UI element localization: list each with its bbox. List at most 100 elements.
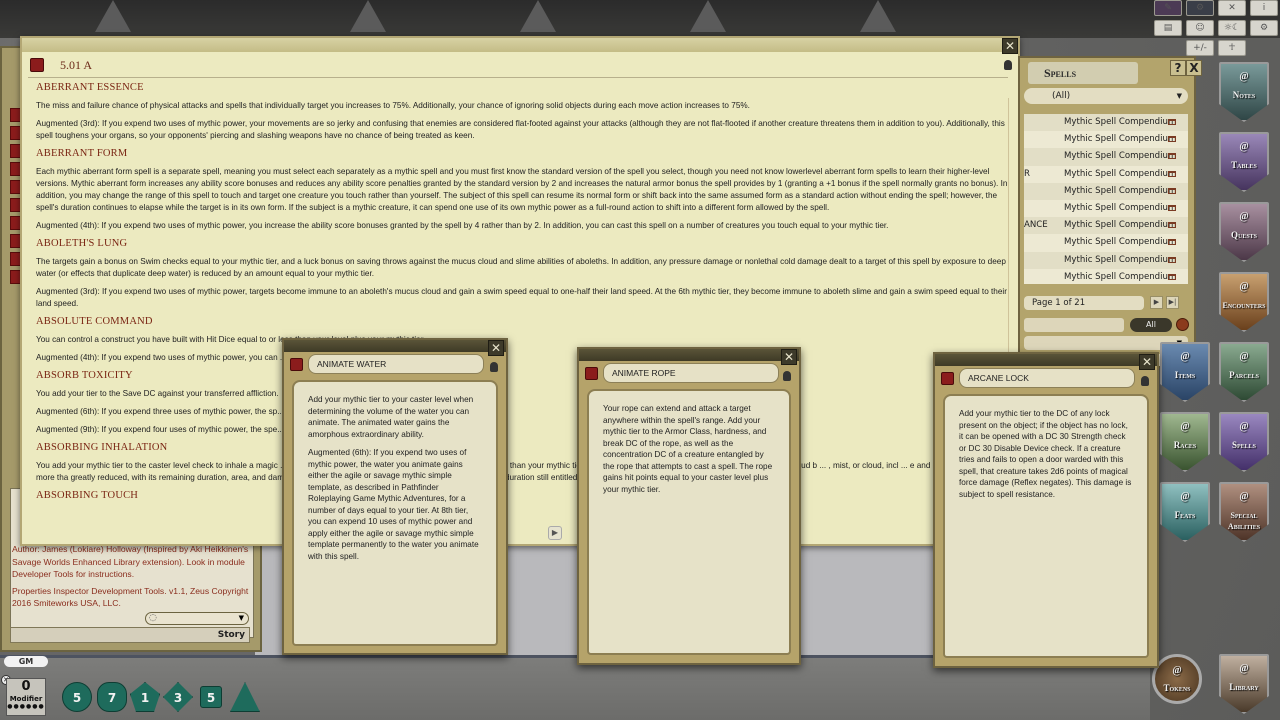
- source-label: Mythic Spell Compendium: [1064, 202, 1177, 213]
- story-button[interactable]: Story: [10, 627, 250, 643]
- book-icon[interactable]: [1168, 119, 1176, 125]
- list-item[interactable]: Mythic Spell Compendium: [1024, 131, 1188, 148]
- decor-spike: [520, 0, 556, 32]
- list-item[interactable]: Mythic Spell Compendium: [1024, 251, 1188, 269]
- book-icon[interactable]: [1168, 170, 1176, 177]
- all-filter-button[interactable]: All: [1130, 318, 1172, 332]
- window-titlebar[interactable]: [22, 38, 1018, 52]
- spell-description: Add your mythic tier to your caster leve…: [292, 380, 498, 646]
- tables-icon: @: [1239, 141, 1249, 152]
- toolbar: ✎ ⚙ ✕ i ▤ ☺ ☼☾ ⚙ +/- ☥: [1150, 0, 1280, 58]
- info-icon[interactable]: i: [1250, 0, 1278, 16]
- decor-spike: [690, 0, 726, 32]
- next-page-button[interactable]: ▶: [548, 526, 562, 540]
- modifier-value: 0: [21, 679, 31, 694]
- spell-card-arcane-lock: ✕ ARCANE LOCK Add your mythic tier to th…: [933, 352, 1159, 668]
- entry-heading: ABSOLUTE COMMAND: [36, 316, 153, 327]
- last-page-button[interactable]: ▶|: [1166, 296, 1179, 309]
- close-button[interactable]: ✕: [488, 340, 504, 356]
- next-page-button[interactable]: ▶: [1150, 296, 1163, 309]
- card-titlebar[interactable]: [284, 340, 506, 352]
- source-label: Mythic Spell Compendium: [1064, 134, 1177, 145]
- quests-icon: @: [1239, 211, 1249, 222]
- list-item[interactable]: Mythic Spell Compendium: [1024, 269, 1188, 284]
- chat-credits: Author: James (Lokiare) Holloway (Inspir…: [12, 543, 252, 614]
- list-item[interactable]: Mythic Spell Compendium: [1024, 200, 1188, 217]
- list-item[interactable]: Mythic Spell Compendium: [1024, 234, 1188, 251]
- entry-text: You add your tier to the Save DC against…: [36, 389, 279, 398]
- mask-tool-icon[interactable]: ⚙: [1186, 0, 1214, 16]
- list-item[interactable]: Mythic Spell Compendium: [1024, 114, 1188, 132]
- lock-icon[interactable]: [490, 362, 498, 372]
- search-input[interactable]: [1024, 318, 1124, 332]
- book-icon[interactable]: [1168, 222, 1176, 229]
- entry-text: Augmented (3rd): If you expend two uses …: [36, 119, 1005, 140]
- edit-book-icon[interactable]: [1168, 256, 1176, 263]
- credit-line: Author: James (Lokiare) Holloway (Inspir…: [12, 544, 249, 579]
- speech-bubble-icon: ◌: [149, 613, 157, 623]
- list-item[interactable]: Mythic Spell Compendium: [1024, 182, 1188, 200]
- lock-icon[interactable]: [783, 371, 791, 381]
- list-item[interactable]: ANCE Mythic Spell Compendium: [1024, 217, 1188, 235]
- d12-die-icon[interactable]: 7: [97, 682, 127, 712]
- entry-text: Each mythic aberrant form spell is a sep…: [36, 167, 1008, 212]
- book-icon[interactable]: [1168, 273, 1176, 280]
- tokens-button[interactable]: @ Tokens: [1152, 654, 1202, 704]
- card-titlebar[interactable]: [579, 349, 799, 361]
- tokens-icon: @: [1172, 665, 1182, 676]
- entry-text: Augmented (6th): If you expend three use…: [36, 407, 356, 416]
- list-item[interactable]: Mythic Spell Compendium: [1024, 148, 1188, 166]
- d6-die-icon[interactable]: 5: [200, 686, 222, 708]
- book-icon[interactable]: [1168, 204, 1176, 211]
- filter-value: (All): [1052, 91, 1071, 101]
- card-titlebar[interactable]: [935, 354, 1157, 366]
- day-night-icon[interactable]: ☼☾: [1218, 20, 1246, 36]
- chat-mode-select[interactable]: ◌ ▼: [145, 612, 249, 625]
- source-label: Mythic Spell Compendium: [1064, 151, 1177, 162]
- close-button[interactable]: ✕: [781, 349, 797, 365]
- edit-icon[interactable]: [1176, 318, 1189, 331]
- modifier-button[interactable]: +/-: [1186, 40, 1214, 56]
- spell-card-animate-water: ✕ ANIMATE WATER Add your mythic tier to …: [282, 338, 508, 655]
- lock-icon[interactable]: [1141, 376, 1149, 386]
- notes-icon: @: [1239, 71, 1249, 82]
- entry-text: You add your mythic tier to the caster l…: [36, 461, 1010, 482]
- source-label: Mythic Spell Compendium: [1064, 271, 1177, 282]
- reference-icon: [30, 58, 44, 72]
- character-icon[interactable]: ☥: [1218, 40, 1246, 56]
- entry-text: Augmented (4th): If you expend two uses …: [36, 353, 360, 362]
- scroll-icon[interactable]: ▤: [1154, 20, 1182, 36]
- filter-select[interactable]: (All) ▼: [1024, 88, 1188, 104]
- book-icon[interactable]: [1168, 239, 1176, 246]
- spell-description: Your rope can extend and attack a target…: [587, 389, 791, 655]
- entry-heading: ABERRANT ESSENCE: [36, 82, 144, 93]
- spell-icon: [585, 367, 598, 380]
- list-item[interactable]: R Mythic Spell Compendium: [1024, 166, 1188, 183]
- book-icon[interactable]: [1168, 153, 1176, 160]
- face-icon[interactable]: ☺: [1186, 20, 1214, 36]
- spell-card-animate-rope: ✕ ANIMATE ROPE Your rope can extend and …: [577, 347, 801, 665]
- paint-tool-icon[interactable]: ✎: [1154, 0, 1182, 16]
- description-text: Augmented (6th): If you expend two uses …: [308, 448, 479, 561]
- window-header: 5.01 A: [28, 56, 1008, 78]
- entry-text: The targets gain a bonus on Swim checks …: [36, 257, 1006, 278]
- encounters-icon: @: [1239, 281, 1249, 292]
- spell-text: ABERRANT ESSENCE The miss and failure ch…: [36, 80, 1011, 520]
- book-icon[interactable]: [1168, 187, 1176, 194]
- close-button[interactable]: X: [1186, 60, 1202, 76]
- entry-heading: ABOLETH'S LUNG: [36, 238, 128, 249]
- modifier-label: Modifier: [9, 695, 43, 703]
- close-button[interactable]: ✕: [1002, 38, 1018, 54]
- settings-icon[interactable]: ⚙: [1250, 20, 1278, 36]
- spells-icon: @: [1239, 421, 1249, 432]
- d20-die-icon[interactable]: 5: [62, 682, 92, 712]
- entry-text: The miss and failure chance of physical …: [36, 101, 750, 110]
- close-button[interactable]: ✕: [1139, 354, 1155, 370]
- combat-icon[interactable]: ✕: [1218, 0, 1246, 16]
- entry-heading: ABSORB TOXICITY: [36, 370, 133, 381]
- book-icon[interactable]: [1168, 136, 1176, 143]
- spell-name: ARCANE LOCK: [959, 368, 1135, 388]
- modifier-box[interactable]: 0 Modifier ●●●●●●: [6, 678, 46, 716]
- entry-text: Augmented (9th): If you expend four uses…: [36, 425, 355, 434]
- help-button[interactable]: ?: [1170, 60, 1186, 76]
